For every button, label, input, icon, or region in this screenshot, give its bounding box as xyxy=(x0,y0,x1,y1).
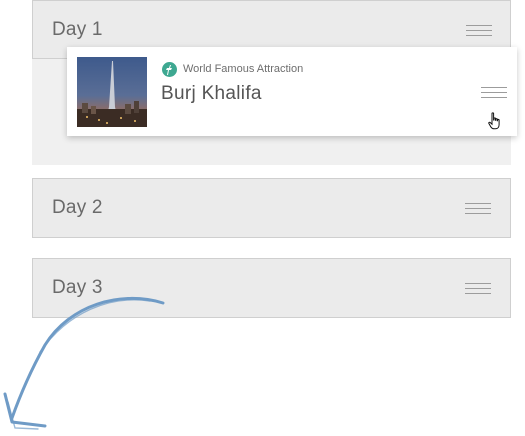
curved-arrow-icon xyxy=(3,296,165,430)
card-drag-handle-icon[interactable] xyxy=(481,87,507,98)
day-1-drag-handle-icon[interactable] xyxy=(466,25,492,36)
day-2-panel[interactable]: Day 2 xyxy=(32,178,511,238)
attraction-title: Burj Khalifa xyxy=(161,83,262,104)
hand-cursor-icon xyxy=(488,112,500,130)
attraction-category: World Famous Attraction xyxy=(183,63,304,75)
day-3-drag-handle-icon[interactable] xyxy=(465,283,491,294)
attraction-badge-icon xyxy=(162,62,177,77)
day-2-drag-handle-icon[interactable] xyxy=(465,203,491,214)
day-1-label: Day 1 xyxy=(52,19,103,40)
attraction-card[interactable]: World Famous Attraction Burj Khalifa xyxy=(67,47,517,136)
attraction-thumbnail xyxy=(77,57,147,127)
day-2-label: Day 2 xyxy=(52,197,103,218)
